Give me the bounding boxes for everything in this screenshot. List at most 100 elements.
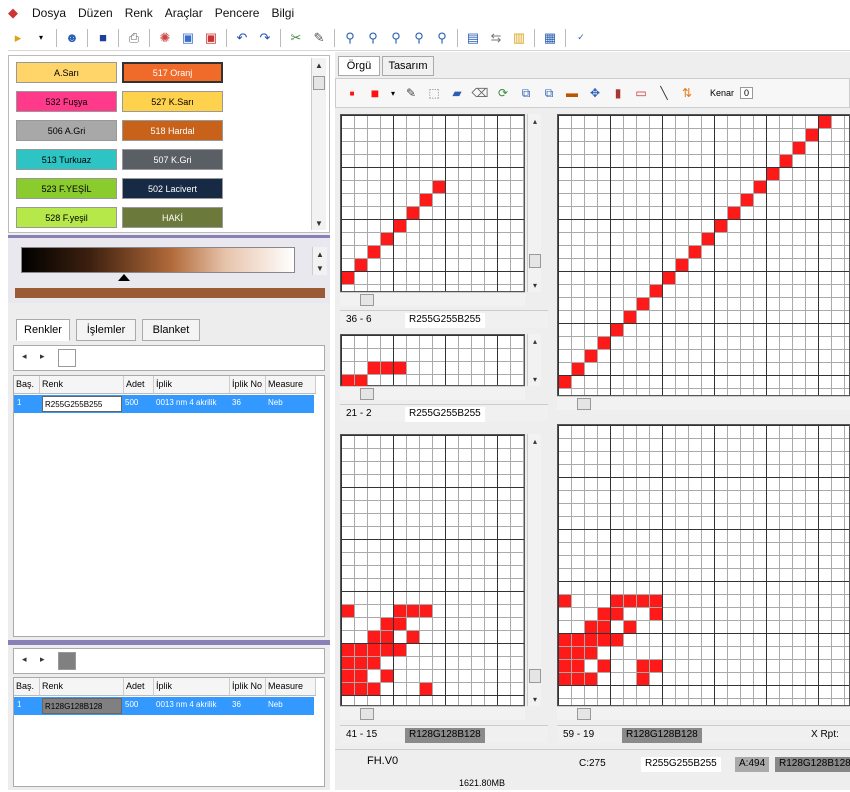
grid-vscroll[interactable]: ▴ ▾ — [527, 334, 541, 386]
stitch-cell[interactable] — [585, 634, 597, 646]
spin-down-icon[interactable]: ▼ — [313, 261, 327, 275]
scroll-thumb[interactable] — [360, 294, 374, 306]
stitch-cell[interactable] — [394, 220, 406, 232]
scroll-up-icon[interactable]: ▴ — [528, 434, 542, 448]
paste-pattern-icon[interactable]: ⧉ — [539, 83, 559, 103]
col-header-measure[interactable]: Measure — [266, 376, 316, 394]
stitch-cell[interactable] — [381, 362, 393, 374]
scroll-down-icon[interactable]: ▼ — [312, 216, 326, 230]
card-icon[interactable]: ▭ — [631, 83, 651, 103]
swatch-haki[interactable]: HAKİ — [122, 207, 223, 228]
menu-duzen[interactable]: Düzen — [72, 6, 119, 20]
stitch-cell[interactable] — [650, 595, 662, 607]
stitch-cell[interactable] — [650, 608, 662, 620]
gradient-spinner[interactable]: ▲ ▼ — [312, 247, 327, 275]
stitch-cell[interactable] — [650, 285, 662, 297]
stitch-cell[interactable] — [819, 116, 831, 128]
scroll-up-icon[interactable]: ▲ — [312, 58, 326, 72]
users-icon[interactable]: ☻ — [62, 28, 82, 48]
scroll-down-icon[interactable]: ▾ — [528, 278, 542, 292]
eraser-icon[interactable]: ⌫ — [470, 83, 490, 103]
stitch-cell[interactable] — [754, 181, 766, 193]
grid-hscroll[interactable] — [340, 706, 525, 720]
stitch-cell[interactable] — [598, 337, 610, 349]
swatch-513-turkuaz[interactable]: 513 Turkuaz — [16, 149, 117, 170]
pattern-grid-mid-left[interactable] — [340, 334, 525, 387]
col-header-bas[interactable]: Baş. — [14, 678, 40, 696]
tab-orgu[interactable]: Örgü — [338, 56, 380, 76]
spellcheck-icon[interactable]: ✓ — [571, 28, 591, 48]
monitor-red-icon[interactable]: ▣ — [201, 28, 221, 48]
tab-blanket[interactable]: Blanket — [142, 319, 200, 341]
stitch-cell[interactable] — [624, 595, 636, 607]
clipboard-icon[interactable]: ▮ — [608, 83, 628, 103]
col-header-measure[interactable]: Measure — [266, 678, 316, 696]
stitch-cell[interactable] — [689, 246, 701, 258]
swatch-518-hardal[interactable]: 518 Hardal — [122, 120, 223, 141]
stitch-cell[interactable] — [381, 644, 393, 656]
zoom-fit-icon[interactable]: ⚲ — [409, 28, 429, 48]
stitch-cell[interactable] — [368, 246, 380, 258]
pattern-grid-top-right[interactable] — [557, 114, 850, 396]
scroll-down-icon[interactable]: ▾ — [528, 692, 542, 706]
col-header-adet[interactable]: Adet — [124, 376, 154, 394]
swap-icon[interactable]: ⇅ — [677, 83, 697, 103]
stitch-cell[interactable] — [394, 618, 406, 630]
stitch-cell[interactable] — [650, 660, 662, 672]
stitch-cell[interactable] — [368, 644, 380, 656]
zoom-icon[interactable]: ⚲ — [340, 28, 360, 48]
stitch-cell[interactable] — [342, 644, 354, 656]
pattern-grid-bottom-right[interactable] — [557, 424, 850, 706]
stitch-cell[interactable] — [559, 376, 571, 388]
stitch-cell[interactable] — [585, 647, 597, 659]
stitch-cell[interactable] — [407, 605, 419, 617]
stitch-cell[interactable] — [381, 631, 393, 643]
stitch-cell[interactable] — [559, 673, 571, 685]
stitch-cell[interactable] — [368, 631, 380, 643]
col-header-iplik-no[interactable]: İplik No — [230, 376, 266, 394]
stitch-cell[interactable] — [381, 670, 393, 682]
nav-right-icon[interactable]: ▸ — [40, 351, 45, 362]
stitch-cell[interactable] — [637, 660, 649, 672]
swatch-527-k-sari[interactable]: 527 K.Sarı — [122, 91, 223, 112]
scroll-thumb[interactable] — [529, 254, 541, 268]
stitch-cell[interactable] — [355, 683, 367, 695]
stitch-cell[interactable] — [598, 634, 610, 646]
stitch-cell[interactable] — [676, 259, 688, 271]
stitch-cell[interactable] — [572, 673, 584, 685]
stitch-cell[interactable] — [559, 634, 571, 646]
grid-vscroll[interactable]: ▴ ▾ — [527, 434, 541, 706]
nav-right-icon[interactable]: ▸ — [40, 654, 45, 665]
stitch-cell[interactable] — [342, 670, 354, 682]
color-gradient-slider[interactable] — [21, 247, 295, 273]
scroll-thumb[interactable] — [577, 708, 591, 720]
stitch-cell[interactable] — [394, 362, 406, 374]
battery-icon[interactable]: ▬ — [562, 83, 582, 103]
cell-renk[interactable]: R255G255B255 — [42, 396, 122, 412]
zoom-reset-icon[interactable]: ⚲ — [432, 28, 452, 48]
swatch-532-fusya[interactable]: 532 Fuşya — [16, 91, 117, 112]
stitch-cell[interactable] — [663, 272, 675, 284]
stitch-cell[interactable] — [702, 233, 714, 245]
stitch-cell[interactable] — [598, 660, 610, 672]
fill-icon[interactable]: ▰ — [447, 83, 467, 103]
grid-hscroll[interactable] — [557, 396, 850, 410]
stitch-cell[interactable] — [585, 350, 597, 362]
stitch-cell[interactable] — [793, 142, 805, 154]
grid-hscroll[interactable] — [340, 292, 525, 306]
color-picker-icon[interactable]: ■ — [365, 83, 385, 103]
swatch-a-sari[interactable]: A.Sarı — [16, 62, 117, 83]
stitch-cell[interactable] — [559, 647, 571, 659]
stitch-cell[interactable] — [572, 634, 584, 646]
stitch-cell[interactable] — [368, 683, 380, 695]
stitch-cell[interactable] — [767, 168, 779, 180]
rotate-icon[interactable]: ⟳ — [493, 83, 513, 103]
col-header-iplik-no[interactable]: İplik No — [230, 678, 266, 696]
stitch-cell[interactable] — [585, 621, 597, 633]
zoom-out-icon[interactable]: ⚲ — [386, 28, 406, 48]
stitch-cell[interactable] — [572, 660, 584, 672]
stitch-cell[interactable] — [572, 647, 584, 659]
stitch-cell[interactable] — [394, 644, 406, 656]
line-icon[interactable]: ╲ — [654, 83, 674, 103]
stitch-cell[interactable] — [381, 233, 393, 245]
